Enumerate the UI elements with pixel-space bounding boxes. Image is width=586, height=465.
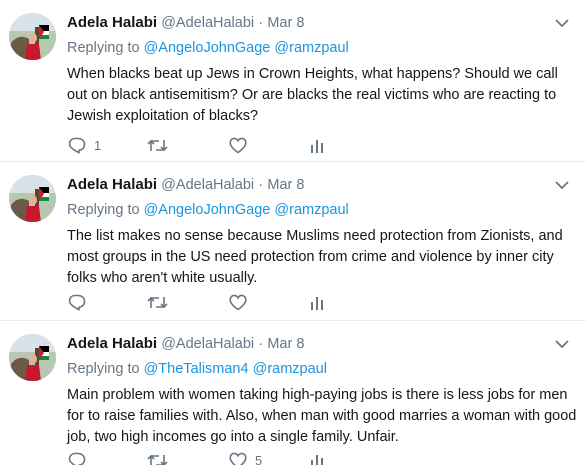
tweet-date[interactable]: Mar 8: [267, 336, 304, 352]
tweet-actions: 5: [67, 450, 367, 465]
tweet-actions: [67, 292, 367, 312]
analytics-button[interactable]: [310, 292, 324, 312]
like-button[interactable]: 5: [229, 450, 262, 465]
analytics-icon: [311, 139, 323, 153]
tweet-header: Adela Halabi @AdelaHalabi · Mar 8: [67, 335, 304, 352]
reply-icon: [68, 452, 86, 465]
reply-button[interactable]: 1: [67, 135, 101, 155]
mention-link[interactable]: @ramzpaul: [253, 361, 327, 377]
like-count: 5: [255, 452, 263, 465]
reply-icon: [68, 294, 86, 311]
user-handle[interactable]: @AdelaHalabi: [161, 336, 254, 352]
mention-link[interactable]: @AngeloJohnGage: [144, 202, 271, 218]
tweet-header: Adela Halabi @AdelaHalabi · Mar 8: [67, 176, 304, 193]
tweet-actions: 1: [67, 135, 367, 155]
tweet-text: The list makes no sense because Muslims …: [67, 228, 563, 286]
tweet-timeline: Adela Halabi @AdelaHalabi · Mar 8 Replyi…: [0, 0, 586, 465]
like-button[interactable]: [229, 135, 255, 155]
replying-to-label: Replying to: [67, 202, 140, 218]
replying-to: Replying to @AngeloJohnGage @ramzpaul: [67, 40, 349, 56]
tweet-date[interactable]: Mar 8: [267, 15, 304, 31]
separator-dot: ·: [258, 177, 264, 193]
avatar[interactable]: [9, 13, 56, 60]
tweet[interactable]: Adela Halabi @AdelaHalabi · Mar 8 Replyi…: [0, 162, 586, 321]
retweet-button[interactable]: [147, 450, 176, 465]
user-handle[interactable]: @AdelaHalabi: [161, 15, 254, 31]
avatar[interactable]: [9, 334, 56, 381]
display-name[interactable]: Adela Halabi: [67, 335, 157, 352]
retweet-icon: [147, 454, 168, 465]
tweet-text: Main problem with women taking high-payi…: [67, 387, 577, 445]
reply-button[interactable]: [67, 292, 94, 312]
tweet-text: When blacks beat up Jews in Crown Height…: [67, 66, 558, 124]
chevron-down-icon[interactable]: [555, 339, 569, 349]
tweet-date[interactable]: Mar 8: [267, 177, 304, 193]
analytics-icon: [311, 296, 323, 310]
replying-to: Replying to @AngeloJohnGage @ramzpaul: [67, 202, 349, 218]
replying-to: Replying to @TheTalisman4 @ramzpaul: [67, 361, 327, 377]
analytics-button[interactable]: [310, 135, 324, 155]
separator-dot: ·: [258, 336, 264, 352]
like-button[interactable]: [229, 292, 255, 312]
retweet-icon: [147, 139, 168, 151]
avatar[interactable]: [9, 175, 56, 222]
retweet-button[interactable]: [147, 292, 176, 312]
analytics-button[interactable]: [310, 450, 324, 465]
reply-button[interactable]: [67, 450, 94, 465]
display-name[interactable]: Adela Halabi: [67, 14, 157, 31]
retweet-button[interactable]: [147, 135, 176, 155]
heart-icon: [229, 137, 247, 153]
display-name[interactable]: Adela Halabi: [67, 176, 157, 193]
replying-to-label: Replying to: [67, 40, 140, 56]
retweet-icon: [147, 296, 168, 308]
reply-icon: [68, 137, 86, 154]
mention-link[interactable]: @AngeloJohnGage: [144, 40, 271, 56]
user-handle[interactable]: @AdelaHalabi: [161, 177, 254, 193]
chevron-down-icon[interactable]: [555, 180, 569, 190]
mention-link[interactable]: @ramzpaul: [274, 40, 348, 56]
mention-link[interactable]: @ramzpaul: [274, 202, 348, 218]
replying-to-label: Replying to: [67, 361, 140, 377]
heart-icon: [229, 452, 247, 465]
analytics-icon: [311, 454, 323, 465]
heart-icon: [229, 294, 247, 310]
mention-link[interactable]: @TheTalisman4: [144, 361, 249, 377]
chevron-down-icon[interactable]: [555, 18, 569, 28]
tweet-header: Adela Halabi @AdelaHalabi · Mar 8: [67, 14, 304, 31]
tweet[interactable]: Adela Halabi @AdelaHalabi · Mar 8 Replyi…: [0, 0, 586, 162]
reply-count: 1: [94, 137, 102, 153]
tweet[interactable]: Adela Halabi @AdelaHalabi · Mar 8 Replyi…: [0, 321, 586, 465]
separator-dot: ·: [258, 15, 264, 31]
